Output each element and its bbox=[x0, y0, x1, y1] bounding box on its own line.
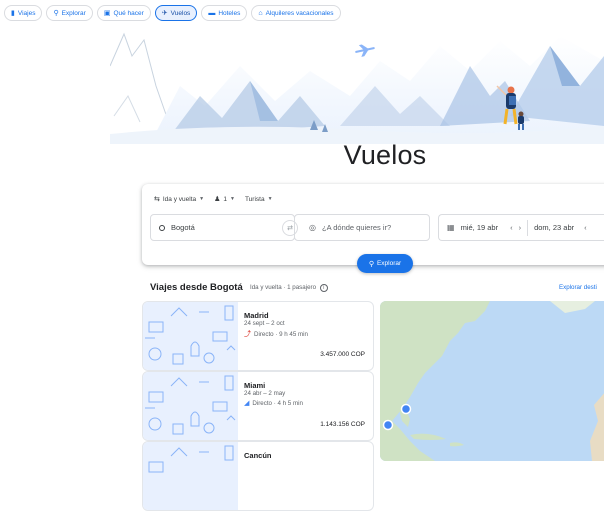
map-marker[interactable] bbox=[382, 419, 394, 431]
explore-destinations-link[interactable]: Explorar desti bbox=[559, 284, 597, 291]
return-date: dom, 23 abr bbox=[534, 223, 575, 232]
explore-icon: ⚲ bbox=[53, 9, 59, 17]
airline-logo-icon: ◢ bbox=[244, 400, 250, 407]
nav-chip-label: Vuelos bbox=[170, 9, 191, 17]
passengers-select[interactable]: ♟ 1 ▼ bbox=[214, 195, 235, 204]
person-icon: ♟ bbox=[214, 196, 221, 203]
destination-card[interactable]: Miami 24 abr – 2 may ◢ Directo · 4 h 5 m… bbox=[142, 371, 374, 441]
nav-chip-flights[interactable]: ✈ Vuelos bbox=[154, 5, 198, 21]
search-options-row: ⇆ Ida y vuelta ▼ ♟ 1 ▼ Turista ▼ bbox=[154, 195, 273, 204]
top-navigation: ▮ Viajes ⚲ Explorar ▣ Qué hacer ✈ Vuelos… bbox=[0, 0, 604, 26]
bed-icon: ▬ bbox=[208, 9, 216, 17]
search-icon: ⚲ bbox=[368, 260, 374, 268]
travel-pattern-image bbox=[143, 302, 238, 370]
swap-icon: ⇄ bbox=[287, 225, 293, 232]
destination-price: 3.457.000 COP bbox=[320, 351, 365, 358]
nav-chip-label: Alquileres vacacionales bbox=[265, 9, 334, 17]
info-icon[interactable]: i bbox=[319, 284, 328, 292]
origin-circle-icon bbox=[159, 224, 165, 231]
destination-placeholder: ¿A dónde quieres ir? bbox=[321, 223, 392, 232]
prev-date-icon[interactable]: ‹ bbox=[510, 223, 513, 232]
destination-price: 1.143.156 COP bbox=[320, 421, 365, 428]
destination-flight-info: ◢ Directo · 4 h 5 min bbox=[244, 399, 303, 408]
suitcase-icon: ▮ bbox=[11, 9, 15, 17]
calendar-icon: ▦ bbox=[447, 223, 455, 232]
origin-value: Bogotá bbox=[171, 223, 195, 232]
destination-field[interactable]: ◎ ¿A dónde quieres ir? bbox=[294, 214, 430, 241]
house-icon: ⌂ bbox=[258, 9, 263, 17]
cabin-class-select[interactable]: Turista ▼ bbox=[245, 195, 273, 203]
date-field[interactable]: ▦ mié, 19 abr ‹ › dom, 23 abr ‹ bbox=[438, 214, 604, 241]
airline-logo-icon: ⤴ bbox=[244, 331, 251, 338]
date-divider bbox=[527, 219, 529, 236]
passengers-value: 1 bbox=[223, 195, 227, 203]
page-title: Vuelos bbox=[343, 140, 427, 170]
nav-chip-label: Viajes bbox=[17, 9, 36, 17]
destination-city: Cancún bbox=[244, 451, 272, 460]
section-subtitle-text: Ida y vuelta · 1 pasajero bbox=[250, 284, 317, 291]
nav-chip-label: Hoteles bbox=[218, 9, 241, 17]
depart-date: mié, 19 abr bbox=[460, 223, 499, 232]
nav-chip-things-to-do[interactable]: ▣ Qué hacer bbox=[96, 5, 151, 21]
cabin-class-value: Turista bbox=[244, 195, 265, 203]
nav-chip-vacation-rentals[interactable]: ⌂ Alquileres vacacionales bbox=[251, 5, 341, 21]
trip-type-select[interactable]: ⇆ Ida y vuelta ▼ bbox=[154, 195, 205, 204]
map-marker[interactable] bbox=[400, 403, 412, 415]
destination-card[interactable]: Madrid 24 sept – 2 oct ⤴ Directo · 9 h 4… bbox=[142, 301, 374, 371]
section-subtitle: Ida y vuelta · 1 pasajero i bbox=[250, 284, 328, 292]
location-pin-icon: ◎ bbox=[309, 223, 316, 232]
travel-pattern-image bbox=[143, 442, 238, 510]
section-title: Viajes desde Bogotá bbox=[150, 282, 243, 293]
destination-card[interactable]: Cancún bbox=[142, 441, 374, 511]
flight-search-card: ⇆ Ida y vuelta ▼ ♟ 1 ▼ Turista ▼ Bogotá … bbox=[142, 184, 604, 265]
camera-icon: ▣ bbox=[103, 9, 111, 17]
plane-icon: ✈ bbox=[161, 9, 168, 17]
prev-return-date-icon[interactable]: ‹ bbox=[584, 223, 587, 232]
nav-chip-hotels[interactable]: ▬ Hoteles bbox=[201, 5, 248, 21]
next-date-icon[interactable]: › bbox=[519, 223, 522, 232]
nav-chip-explore[interactable]: ⚲ Explorar bbox=[46, 5, 93, 21]
flight-details: Directo · 9 h 45 min bbox=[254, 330, 308, 338]
hero-illustration bbox=[110, 26, 604, 144]
destination-flight-info: ⤴ Directo · 9 h 45 min bbox=[244, 329, 308, 339]
explore-button[interactable]: ⚲ Explorar bbox=[357, 254, 413, 273]
destinations-map[interactable] bbox=[380, 301, 604, 461]
flight-details: Directo · 4 h 5 min bbox=[252, 399, 303, 407]
caret-down-icon: ▼ bbox=[229, 196, 235, 202]
origin-field[interactable]: Bogotá bbox=[150, 214, 295, 241]
nav-chip-trips[interactable]: ▮ Viajes bbox=[4, 5, 43, 21]
explore-button-label: Explorar bbox=[376, 260, 402, 267]
nav-chip-label: Qué hacer bbox=[113, 9, 144, 17]
caret-down-icon: ▼ bbox=[199, 196, 205, 202]
destination-city: Madrid bbox=[244, 311, 269, 320]
destination-dates: 24 abr – 2 may bbox=[244, 390, 286, 397]
nav-chip-label: Explorar bbox=[61, 9, 86, 17]
caret-down-icon: ▼ bbox=[267, 196, 273, 202]
destination-city: Miami bbox=[244, 381, 266, 390]
trip-type-value: Ida y vuelta bbox=[162, 195, 197, 203]
round-trip-icon: ⇆ bbox=[154, 196, 160, 203]
travel-pattern-image bbox=[143, 372, 238, 440]
destination-dates: 24 sept – 2 oct bbox=[244, 320, 285, 327]
